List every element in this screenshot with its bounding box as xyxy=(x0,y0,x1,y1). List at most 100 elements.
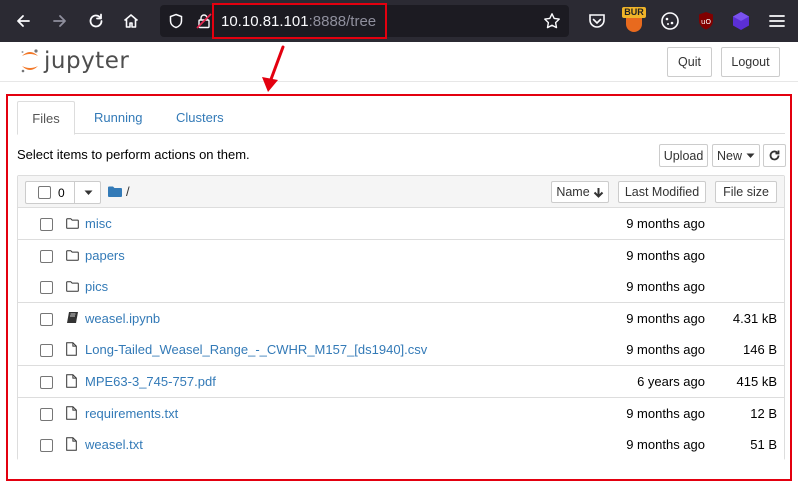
sort-name-label: Name xyxy=(556,185,590,199)
item-name-link[interactable]: requirements.txt xyxy=(85,406,178,421)
home-icon xyxy=(123,14,139,28)
row-checkbox[interactable] xyxy=(40,407,53,421)
bookmark-star-icon[interactable] xyxy=(543,12,561,30)
caret-down-icon[interactable] xyxy=(84,190,93,196)
row-checkbox[interactable] xyxy=(40,344,53,358)
selected-count: 0 xyxy=(58,186,65,200)
notebook-file-list: 0 / Name Last Modified File size misc 9 m… xyxy=(17,175,785,462)
row-checkbox[interactable] xyxy=(40,312,53,326)
arrow-down-icon xyxy=(593,187,603,198)
item-modified: 9 months ago xyxy=(626,405,705,421)
folder-icon xyxy=(66,279,79,297)
item-modified: 9 months ago xyxy=(626,342,705,358)
url-host: 10.10.81.101 xyxy=(221,13,309,30)
row-checkbox[interactable] xyxy=(40,218,53,231)
item-name-link[interactable]: Long-Tailed_Weasel_Range_-_CWHR_M157_[ds… xyxy=(85,342,427,357)
file-list-header: 0 / Name Last Modified File size xyxy=(18,176,784,208)
reload-icon xyxy=(89,13,103,28)
item-name-link[interactable]: weasel.ipynb xyxy=(85,311,160,326)
burp-logo-icon xyxy=(626,18,642,32)
file-row[interactable]: weasel.ipynb 9 months ago 4.31 kB xyxy=(18,302,784,335)
extension-cube-icon[interactable] xyxy=(730,10,752,32)
folder-icon xyxy=(66,216,79,234)
jupyter-logo-icon xyxy=(21,49,38,73)
back-arrow-icon xyxy=(17,15,30,27)
url-path: :8888/tree xyxy=(308,13,377,30)
item-modified: 9 months ago xyxy=(626,279,705,295)
refresh-button[interactable] xyxy=(763,144,786,167)
item-modified: 9 months ago xyxy=(626,310,705,326)
item-name-link[interactable]: MPE63-3_745-757.pdf xyxy=(85,374,216,389)
burp-badge: BUR xyxy=(622,7,646,18)
sort-name-button[interactable]: Name xyxy=(551,181,609,203)
logout-button[interactable]: Logout xyxy=(721,47,780,77)
quit-button[interactable]: Quit xyxy=(667,47,712,77)
breadcrumb-path[interactable]: / xyxy=(126,184,130,199)
file-row[interactable]: pics 9 months ago xyxy=(18,271,784,304)
item-size: 146 B xyxy=(743,342,777,358)
file-icon xyxy=(66,405,77,425)
jupyter-logo[interactable]: jupyter xyxy=(20,46,129,76)
cookie-icon[interactable] xyxy=(659,10,681,32)
select-all-checkbox[interactable] xyxy=(38,186,51,199)
jupyter-logo-text: jupyter xyxy=(44,48,130,74)
new-button-label: New xyxy=(716,148,742,163)
item-modified: 9 months ago xyxy=(626,247,705,263)
insecure-lock-icon[interactable] xyxy=(196,13,212,29)
url-bar[interactable]: 10.10.81.101:8888/tree xyxy=(160,5,569,37)
jupyter-header: jupyter Quit Logout xyxy=(0,42,798,82)
item-name-link[interactable]: papers xyxy=(85,248,125,263)
burp-extension-icon[interactable]: BUR xyxy=(622,7,646,33)
item-modified: 9 months ago xyxy=(626,216,705,231)
forward-button[interactable] xyxy=(46,7,74,35)
new-button[interactable]: New xyxy=(712,144,760,167)
shield-icon[interactable] xyxy=(168,13,184,29)
file-row[interactable]: misc 9 months ago xyxy=(18,208,784,240)
row-checkbox[interactable] xyxy=(40,281,53,295)
file-icon xyxy=(66,437,77,456)
item-modified: 6 years ago xyxy=(637,374,705,389)
instructions-text: Select items to perform actions on them. xyxy=(17,147,250,162)
tab-running[interactable]: Running xyxy=(79,101,157,134)
forward-arrow-icon xyxy=(53,15,66,27)
file-row[interactable]: weasel.txt 9 months ago 51 B xyxy=(18,429,784,462)
file-row[interactable]: Long-Tailed_Weasel_Range_-_CWHR_M157_[ds… xyxy=(18,334,784,367)
tab-files[interactable]: Files xyxy=(17,101,75,135)
item-modified: 9 months ago xyxy=(626,437,705,453)
browser-toolbar: 10.10.81.101:8888/tree BUR uO xyxy=(0,0,798,42)
row-checkbox[interactable] xyxy=(40,249,53,263)
file-row[interactable]: papers 9 months ago xyxy=(18,239,784,272)
item-name-link[interactable]: misc xyxy=(85,216,112,231)
menu-icon[interactable] xyxy=(766,10,788,32)
svg-text:uO: uO xyxy=(701,18,711,26)
file-icon xyxy=(66,374,77,393)
back-button[interactable] xyxy=(9,7,37,35)
annotation-arrow-icon xyxy=(262,45,285,92)
url-text[interactable]: 10.10.81.101:8888/tree xyxy=(221,13,376,30)
upload-button[interactable]: Upload xyxy=(659,144,708,167)
reload-button[interactable] xyxy=(82,7,110,35)
refresh-icon xyxy=(769,150,780,161)
folder-home-icon[interactable] xyxy=(108,186,122,197)
folder-icon xyxy=(66,248,79,266)
item-size: 51 B xyxy=(750,437,777,453)
item-name-link[interactable]: pics xyxy=(85,279,108,294)
sort-last-modified-button[interactable]: Last Modified xyxy=(618,181,706,203)
caret-down-icon xyxy=(746,153,755,158)
file-icon xyxy=(66,342,77,361)
row-checkbox[interactable] xyxy=(40,439,53,453)
home-button[interactable] xyxy=(117,7,145,35)
notebook-icon xyxy=(66,311,79,329)
tab-clusters[interactable]: Clusters xyxy=(161,101,239,134)
file-row[interactable]: MPE63-3_745-757.pdf 6 years ago 415 kB xyxy=(18,366,784,398)
select-divider xyxy=(74,182,75,203)
select-all-dropdown[interactable]: 0 xyxy=(25,181,101,204)
file-row[interactable]: requirements.txt 9 months ago 12 B xyxy=(18,397,784,430)
sort-file-size-button[interactable]: File size xyxy=(715,181,777,203)
item-size: 4.31 kB xyxy=(732,310,777,326)
pocket-icon[interactable] xyxy=(586,10,608,32)
item-name-link[interactable]: weasel.txt xyxy=(85,437,143,452)
tab-bar: Files Running Clusters xyxy=(17,101,785,135)
row-checkbox[interactable] xyxy=(40,376,53,389)
ublock-icon[interactable]: uO xyxy=(695,10,717,32)
